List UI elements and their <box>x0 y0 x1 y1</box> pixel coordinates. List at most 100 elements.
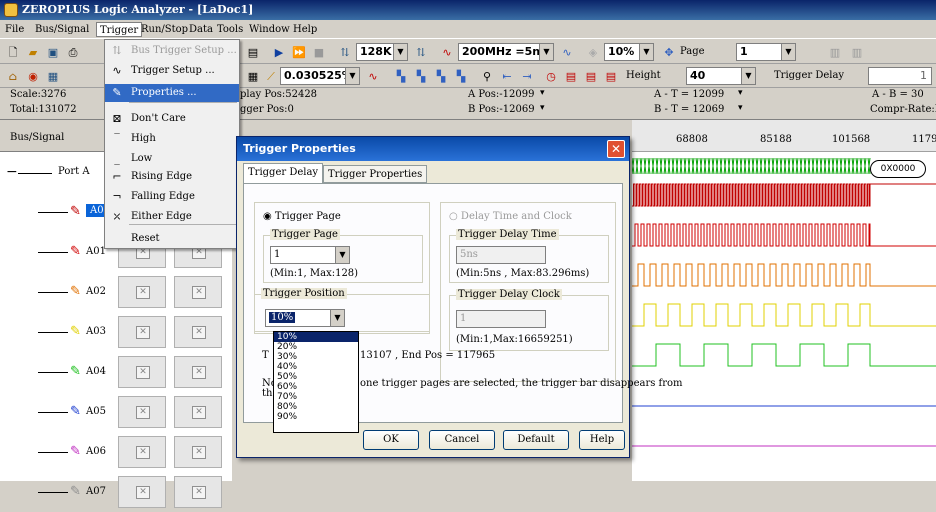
bus-icon[interactable]: ▤ <box>244 43 262 61</box>
percent-option[interactable]: 90% <box>274 412 358 422</box>
menu-help[interactable]: Help <box>290 22 320 37</box>
settings-icon[interactable]: ▦ <box>44 67 62 85</box>
delay-time-input[interactable]: 5ns <box>456 246 546 264</box>
print-report-icon[interactable]: ▤ <box>562 67 580 85</box>
save-icon[interactable]: ▣ <box>44 43 62 61</box>
tab-trigger-delay[interactable]: Trigger Delay <box>243 163 324 183</box>
menu-trigger[interactable]: Trigger <box>96 22 143 37</box>
signal-trigger-cell[interactable]: ✕ <box>174 276 222 308</box>
percent-option[interactable]: 70% <box>274 392 358 402</box>
menu-window[interactable]: Window <box>246 22 293 37</box>
default-button[interactable]: Default <box>503 430 569 450</box>
a-pos-dropdown-icon[interactable]: ▾ <box>540 88 545 98</box>
page-select[interactable]: 1 ▼ <box>736 43 796 61</box>
trigger-menu-item[interactable]: ‾ High <box>105 130 239 148</box>
b-pos-dropdown-icon[interactable]: ▾ <box>540 103 545 113</box>
menu-tools[interactable]: Tools <box>214 22 246 37</box>
signal-trigger-cell[interactable]: ✕ <box>118 356 166 388</box>
bar-t-icon[interactable]: ▚ <box>432 67 450 85</box>
trigger-menu-item[interactable]: ⌐ Rising Edge <box>105 168 239 186</box>
height-select[interactable]: 40 ▼ <box>686 67 756 85</box>
home-icon[interactable]: ⌂ <box>4 67 22 85</box>
percent-option[interactable]: 80% <box>274 402 358 412</box>
cancel-button[interactable]: Cancel <box>429 430 495 450</box>
run-repeat-icon[interactable]: ⏩ <box>290 43 308 61</box>
protocol-icon[interactable]: ▤ <box>602 67 620 85</box>
signal-trigger-cell[interactable]: ✕ <box>118 396 166 428</box>
trigger-percent-select[interactable]: 10% ▼ <box>604 43 654 61</box>
search-icon[interactable]: ⚲ <box>478 67 496 85</box>
trigger-page-radio[interactable]: ◉ Trigger Page <box>263 211 341 222</box>
page-prev-icon[interactable]: ▥ <box>826 43 844 61</box>
trigger-menu-item[interactable]: ✎ Properties ... <box>105 84 239 102</box>
signal-trigger-cell[interactable]: ✕ <box>174 436 222 468</box>
percent-option[interactable]: 10% <box>274 332 358 342</box>
new-icon[interactable]: 🗋 <box>4 43 22 61</box>
print-icon[interactable]: ⎙ <box>64 43 82 61</box>
waveform-area[interactable]: 68808 85188 101568 1179 0X0000 <box>632 120 936 481</box>
search-prev-icon[interactable]: ⇤ <box>498 67 516 85</box>
percent-option[interactable]: 30% <box>274 352 358 362</box>
signal-row[interactable]: ✎ A06 ✕ ✕ <box>0 432 232 472</box>
signal-trigger-cell[interactable]: ✕ <box>118 316 166 348</box>
signal-trigger-cell[interactable]: ✕ <box>174 316 222 348</box>
trigger-delay-input[interactable]: 1 <box>868 67 932 85</box>
trigger-page-select[interactable]: 1 ▼ <box>270 246 350 264</box>
menu-file[interactable]: File <box>2 22 27 37</box>
zoom-fit-icon[interactable]: ∿ <box>364 67 382 85</box>
trigger-position-list[interactable]: 10% 20% 30% 40% 50% 60% 70% 80% 90% <box>273 331 359 433</box>
menu-run-stop[interactable]: Run/Stop <box>138 22 191 37</box>
bar-b-icon[interactable]: ▚ <box>412 67 430 85</box>
signal-row[interactable]: ✎ A07 ✕ ✕ <box>0 472 232 512</box>
menu-data[interactable]: Data <box>186 22 216 37</box>
signal-row[interactable]: ✎ A02 ✕ ✕ <box>0 272 232 312</box>
properties-icon: ✎ <box>112 86 122 99</box>
memory-select[interactable]: 128K ▼ <box>356 43 408 61</box>
percent-option[interactable]: 50% <box>274 372 358 382</box>
frequency-auto-icon[interactable]: ∿ <box>558 43 576 61</box>
percent-option[interactable]: 20% <box>274 342 358 352</box>
signal-trigger-cell[interactable]: ✕ <box>174 396 222 428</box>
tab-trigger-properties[interactable]: Trigger Properties <box>323 165 428 183</box>
zoom-select[interactable]: 0.030525% ▼ <box>280 67 360 85</box>
memory-max-icon[interactable]: ⇅ <box>412 43 430 61</box>
b-minus-t-dropdown-icon[interactable]: ▾ <box>738 103 743 113</box>
zoom-icon[interactable]: ⟋ <box>262 67 280 85</box>
ok-button[interactable]: OK <box>363 430 419 450</box>
frequency-select[interactable]: 200MHz =5ns ▼ <box>458 43 554 61</box>
trigger-menu-item[interactable]: ∿ Trigger Setup ... <box>105 62 239 80</box>
bar-a-icon[interactable]: ▚ <box>392 67 410 85</box>
trigger-menu-item[interactable]: _ Low <box>105 150 239 168</box>
signal-trigger-cell[interactable]: ✕ <box>118 276 166 308</box>
collapse-icon[interactable]: − <box>6 164 18 180</box>
delay-radio[interactable]: ○ Delay Time and Clock <box>449 211 572 222</box>
chevron-down-icon: ▼ <box>345 68 359 84</box>
page-next-icon[interactable]: ▥ <box>848 43 866 61</box>
record-icon[interactable]: ◉ <box>24 67 42 85</box>
export-icon[interactable]: ▤ <box>582 67 600 85</box>
trigger-menu-item[interactable]: ¬ Falling Edge <box>105 188 239 206</box>
run-icon[interactable]: ▶ <box>270 43 288 61</box>
percent-option[interactable]: 40% <box>274 362 358 372</box>
menu-bus-signal[interactable]: Bus/Signal <box>32 22 92 37</box>
signal-row[interactable]: ✎ A05 ✕ ✕ <box>0 392 232 432</box>
signal-trigger-cell[interactable]: ✕ <box>174 356 222 388</box>
trigger-menu-item[interactable]: ⊠ Don't Care <box>105 110 239 128</box>
help-button[interactable]: Help <box>579 430 625 450</box>
a-minus-t-dropdown-icon[interactable]: ▾ <box>738 88 743 98</box>
clock-icon[interactable]: ◷ <box>542 67 560 85</box>
trigger-menu-item[interactable]: Reset <box>105 230 239 248</box>
bar-all-icon[interactable]: ▚ <box>452 67 470 85</box>
signal-row[interactable]: ✎ A03 ✕ ✕ <box>0 312 232 352</box>
percent-option[interactable]: 60% <box>274 382 358 392</box>
close-icon[interactable]: ✕ <box>607 140 625 158</box>
search-next-icon[interactable]: ⇥ <box>518 67 536 85</box>
stop-icon[interactable]: ■ <box>310 43 328 61</box>
trigger-position-select[interactable]: 10% ▼ <box>265 309 345 327</box>
grid-icon[interactable]: ▦ <box>244 67 262 85</box>
signal-trigger-cell[interactable]: ✕ <box>118 436 166 468</box>
delay-clock-input[interactable]: 1 <box>456 310 546 328</box>
trigger-menu-item[interactable]: ⇅ Bus Trigger Setup ... <box>105 42 239 60</box>
open-icon[interactable]: ▰ <box>24 43 42 61</box>
signal-row[interactable]: ✎ A04 ✕ ✕ <box>0 352 232 392</box>
